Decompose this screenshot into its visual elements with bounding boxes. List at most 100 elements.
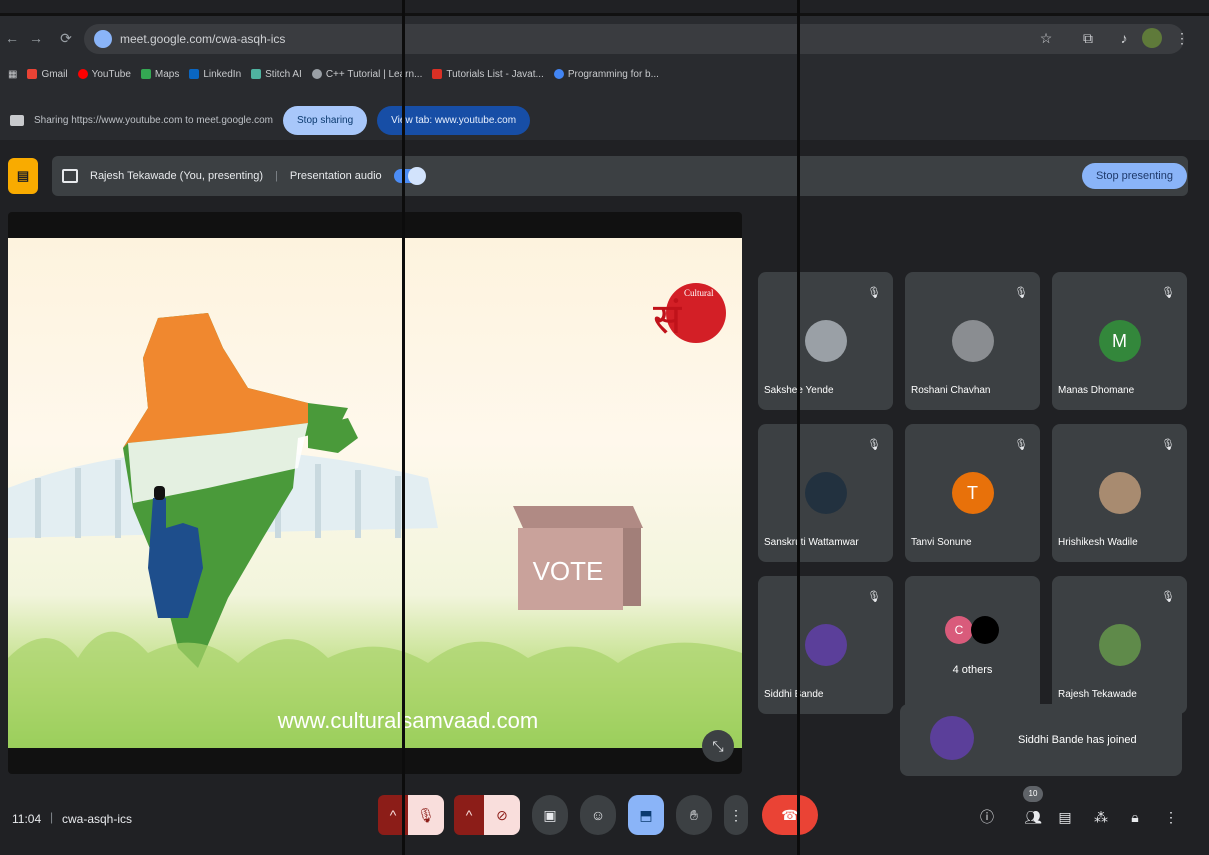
ballot-box-side — [623, 528, 641, 606]
meeting-code: cwa-asqh-ics — [62, 812, 133, 826]
avatar — [930, 716, 974, 760]
bookmark-item[interactable]: YouTube — [77, 69, 131, 80]
presentation-audio-label: Presentation audio — [289, 170, 382, 182]
bookmark-item[interactable]: Programming for b... — [553, 69, 659, 80]
avatar — [1098, 472, 1141, 514]
camera-off-button[interactable]: ⊘ — [484, 795, 520, 835]
end-call-button[interactable]: ☎︎ — [762, 795, 818, 835]
logo-devanagari: सं — [653, 294, 682, 343]
avatar — [804, 320, 847, 362]
participant-tile[interactable]: 🎙︎ M Manas Dhomane — [1052, 272, 1187, 410]
present-now-button[interactable]: ⬒ — [628, 795, 664, 835]
mic-off-icon: 🎙︎ — [1161, 591, 1175, 603]
bookmark-item[interactable]: Maps — [140, 69, 179, 80]
participant-tile[interactable]: 🎙︎ Roshani Chavhan — [905, 272, 1040, 410]
participant-name: Hrishikesh Wadile — [1058, 537, 1138, 548]
raise-hand-button[interactable]: ✋︎ — [676, 795, 712, 835]
bookmark-item[interactable]: Stitch AI — [251, 69, 302, 80]
participant-tile[interactable]: 🎙︎ Siddhi Bande — [758, 576, 893, 714]
divider: | — [50, 810, 54, 824]
mic-off-icon: 🎙︎ — [867, 591, 881, 603]
join-notification: Siddhi Bande has joined — [900, 704, 1182, 776]
mic-off-icon: 🎙︎ — [1014, 439, 1028, 451]
chat-icon[interactable]: ▤ — [1054, 806, 1076, 828]
participant-count-badge: 10 — [1023, 786, 1043, 802]
reload-icon[interactable]: ⟳ — [56, 28, 76, 48]
participant-name: Roshani Chavhan — [911, 385, 991, 396]
inked-finger — [154, 486, 165, 500]
mic-off-icon: 🎙︎ — [867, 287, 881, 299]
youtube-icon — [77, 69, 88, 79]
globe-icon — [311, 69, 322, 79]
presentation-audio-toggle[interactable] — [393, 167, 426, 185]
maps-icon — [140, 69, 151, 79]
slide-illustration: VOTE सं Cultural www.culturalsamvaad.com — [8, 283, 742, 748]
slide-image: VOTE सं Cultural www.culturalsamvaad.com — [8, 238, 742, 748]
bookmark-item[interactable]: Gmail — [27, 69, 68, 80]
programming-icon — [553, 69, 564, 79]
sharing-text: Sharing https://www.youtube.com to meet.… — [34, 114, 274, 126]
apps-icon[interactable]: ▦ — [8, 69, 17, 80]
others-tile[interactable]: C 4 others — [905, 576, 1040, 714]
menu-icon[interactable]: ⋮ — [1172, 28, 1192, 48]
host-controls-icon[interactable]: 🔒︎ — [1124, 806, 1146, 828]
participant-name: Manas Dhomane — [1058, 385, 1135, 396]
captions-button[interactable]: ▣ — [532, 795, 568, 835]
browser-top-edge — [0, 0, 1209, 16]
bookmark-item[interactable]: LinkedIn — [189, 69, 241, 80]
tab-sharing-bar: Sharing https://www.youtube.com to meet.… — [0, 100, 1209, 140]
activities-icon[interactable]: ⁂ — [1090, 806, 1112, 828]
profile-avatar[interactable] — [1142, 28, 1162, 48]
more-options-button[interactable]: ⋮ — [724, 795, 748, 835]
site-info-icon[interactable] — [94, 30, 112, 48]
presentation-view: VOTE सं Cultural www.culturalsamvaad.com… — [8, 212, 742, 774]
back-icon[interactable]: ← — [2, 28, 22, 48]
mic-off-icon: 🎙︎ — [867, 439, 881, 451]
forward-icon[interactable]: → — [26, 28, 46, 48]
slide-url-text: www.culturalsamvaad.com — [277, 708, 538, 733]
participant-tile[interactable]: 🎙︎ Hrishikesh Wadile — [1052, 424, 1187, 562]
avatar: C — [945, 616, 973, 644]
mic-off-icon: 🎙︎ — [1161, 439, 1175, 451]
unpin-button[interactable]: ⤡ — [702, 730, 734, 762]
stop-sharing-button[interactable]: Stop sharing — [283, 105, 368, 135]
participant-tile[interactable]: 🎙︎ Rajesh Tekawade — [1052, 576, 1187, 714]
address-bar[interactable]: meet.google.com/cwa-asqh-ics — [84, 24, 1184, 54]
view-tab-button[interactable]: View tab: www.youtube.com — [377, 105, 531, 135]
more-tools-icon[interactable]: ⋮ — [1160, 806, 1182, 828]
presenting-banner: Rajesh Tekawade (You, presenting) | Pres… — [52, 156, 1188, 196]
gmail-icon — [27, 69, 38, 79]
avatar — [971, 616, 999, 644]
stop-presenting-button[interactable]: Stop presenting — [1081, 163, 1187, 189]
others-count: 4 others — [952, 664, 993, 676]
meeting-info-icon[interactable]: ⓘ — [976, 806, 998, 828]
participant-name: Rajesh Tekawade — [1058, 689, 1137, 700]
people-icon[interactable]: 👥︎ — [1022, 806, 1044, 828]
presenter-label: Rajesh Tekawade (You, presenting) — [90, 170, 264, 182]
participant-name: Sakshee Yende — [764, 385, 834, 396]
participant-tile[interactable]: 🎙︎ Sakshee Yende — [758, 272, 893, 410]
avatar — [804, 624, 847, 666]
bookmark-item[interactable]: Tutorials List - Javat... — [432, 69, 544, 80]
ballot-box-lid — [513, 506, 643, 528]
video-options-button[interactable]: ^ — [454, 795, 484, 835]
participant-name: Tanvi Sonune — [911, 537, 972, 548]
bookmark-star-icon[interactable]: ☆ — [1036, 28, 1056, 48]
participant-tile[interactable]: 🎙︎ T Tanvi Sonune — [905, 424, 1040, 562]
bookmark-item[interactable]: C++ Tutorial | Learn... — [311, 69, 422, 80]
screen-artifact-line — [797, 0, 800, 855]
join-notification-text: Siddhi Bande has joined — [1018, 734, 1137, 746]
avatar — [804, 472, 847, 514]
javatpoint-icon — [432, 69, 443, 79]
linkedin-icon — [189, 69, 200, 79]
extensions-icon[interactable]: ⧉ — [1078, 28, 1098, 48]
avatar — [951, 320, 994, 362]
screen-artifact-line — [402, 0, 405, 855]
media-icon[interactable]: ♪ — [1114, 28, 1134, 48]
avatar: T — [951, 472, 994, 514]
emoji-button[interactable]: ☺ — [580, 795, 616, 835]
mic-off-button[interactable]: 🎙︎ — [408, 795, 444, 835]
participant-tile[interactable]: 🎙︎ Sanskruti Wattamwar — [758, 424, 893, 562]
meet-logo: ▤ — [8, 158, 38, 194]
present-icon — [62, 169, 78, 183]
